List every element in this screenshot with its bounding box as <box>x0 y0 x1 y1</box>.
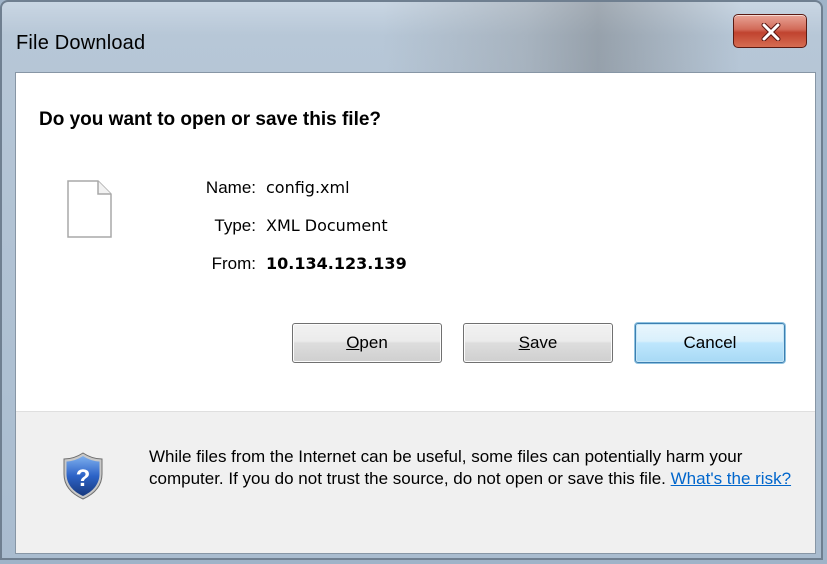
dialog-body: Do you want to open or save this file? N… <box>15 72 816 554</box>
file-name-label: Name: <box>205 178 256 197</box>
open-button-mnemonic: O <box>346 333 360 352</box>
security-warning-panel: ? While files from the Internet can be u… <box>16 412 815 553</box>
file-source-value: 10.134.123.139 <box>266 254 407 273</box>
close-icon <box>761 23 781 41</box>
dialog-window: File Download Do you want to open or sav… <box>0 0 823 560</box>
file-source-row: From: 10.134.123.139 <box>136 254 407 278</box>
open-button-label: pen <box>359 333 388 352</box>
file-source-label: From: <box>211 254 256 273</box>
save-button-label: ave <box>529 333 558 352</box>
save-button[interactable]: Save <box>463 323 613 363</box>
open-button[interactable]: Open <box>292 323 442 363</box>
close-button[interactable] <box>733 14 807 48</box>
file-type-row: Type: XML Document <box>136 216 388 240</box>
file-type-label: Type: <box>214 216 256 235</box>
security-warning-text: While files from the Internet can be use… <box>149 446 794 490</box>
window-title: File Download <box>16 32 146 54</box>
save-button-mnemonic: S <box>518 333 530 352</box>
warning-message: While files from the Internet can be use… <box>149 447 743 488</box>
whats-the-risk-link[interactable]: What's the risk? <box>671 469 791 488</box>
file-type-value: XML Document <box>266 216 388 235</box>
svg-text:?: ? <box>76 465 91 492</box>
document-icon <box>67 180 112 238</box>
security-shield-question-icon: ? <box>63 452 103 500</box>
dialog-heading: Do you want to open or save this file? <box>39 109 382 130</box>
file-name-value: config.xml <box>266 178 350 197</box>
file-name-row: Name: config.xml <box>136 178 350 202</box>
cancel-button[interactable]: Cancel <box>635 323 785 363</box>
